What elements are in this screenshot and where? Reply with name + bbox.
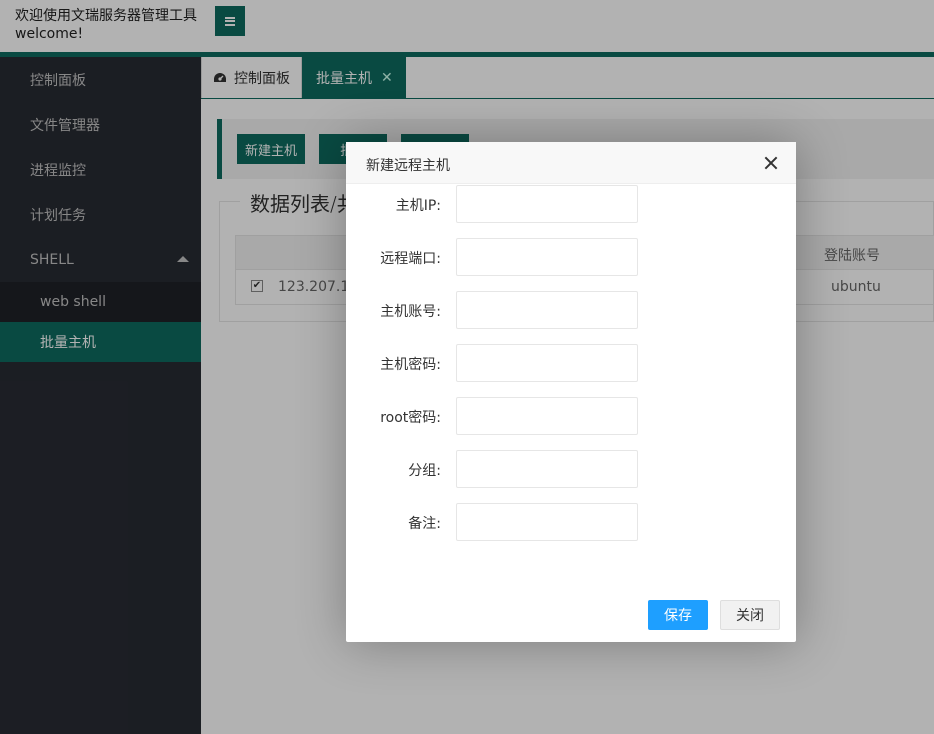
form-row-remote-port: 远程端口: xyxy=(346,238,796,276)
close-button[interactable]: 关闭 xyxy=(720,600,780,630)
host-ip-label: 主机IP: xyxy=(395,198,441,214)
save-button[interactable]: 保存 xyxy=(648,600,708,630)
remote-port-label: 远程端口: xyxy=(380,251,441,267)
root-password-input[interactable] xyxy=(456,397,638,435)
host-ip-input[interactable] xyxy=(456,185,638,223)
form-row-group: 分组: xyxy=(346,450,796,488)
close-icon[interactable] xyxy=(764,156,778,170)
remark-label: 备注: xyxy=(408,516,441,532)
host-account-label: 主机账号: xyxy=(380,304,441,320)
form-row-host-ip: 主机IP: xyxy=(346,185,796,223)
form-row-host-password: 主机密码: xyxy=(346,344,796,382)
group-label: 分组: xyxy=(408,463,441,479)
save-button-label: 保存 xyxy=(664,608,692,624)
close-button-label: 关闭 xyxy=(736,608,764,624)
dialog-header: 新建远程主机 xyxy=(346,142,796,184)
dialog-title: 新建远程主机 xyxy=(366,158,450,174)
form-row-host-account: 主机账号: xyxy=(346,291,796,329)
host-password-label: 主机密码: xyxy=(380,357,441,373)
host-account-input[interactable] xyxy=(456,291,638,329)
host-password-input[interactable] xyxy=(456,344,638,382)
remote-port-input[interactable] xyxy=(456,238,638,276)
root-password-label: root密码: xyxy=(380,410,441,426)
group-input[interactable] xyxy=(456,450,638,488)
form-row-root-password: root密码: xyxy=(346,397,796,435)
form-row-remark: 备注: xyxy=(346,503,796,541)
new-host-dialog: 新建远程主机 主机IP: 远程端口: 主机账号: 主机密码: root密码: 分… xyxy=(346,142,796,642)
remark-input[interactable] xyxy=(456,503,638,541)
